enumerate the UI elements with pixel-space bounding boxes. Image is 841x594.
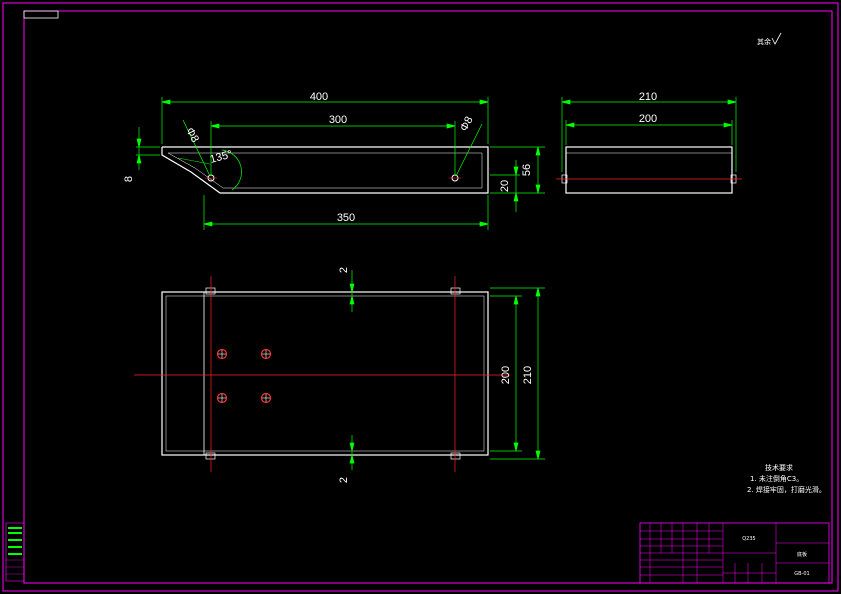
corner-tag <box>23 10 59 19</box>
title-drawing-no: GB-01 <box>794 571 809 577</box>
dim-side-inner-width: 200 <box>639 113 657 125</box>
side-outline <box>565 146 733 194</box>
dim-side-outer-width: 210 <box>639 91 657 103</box>
title-block: 底板 GB-01 Q235 <box>639 522 830 584</box>
top-view: 200 210 2 2 <box>134 267 545 483</box>
tech-req-item-2: 2. 焊接牢固，打磨光滑。 <box>747 485 826 494</box>
tech-req-item-1: 1. 未注倒角C3。 <box>750 474 803 483</box>
technical-requirements: 技术要求 1. 未注倒角C3。 2. 焊接牢固，打磨光滑。 <box>747 463 826 494</box>
outer-border <box>2 2 839 592</box>
dim-top-inner-width: 200 <box>500 366 512 384</box>
side-view: 210 200 <box>556 91 742 194</box>
dim-top-outer-width: 210 <box>522 366 534 384</box>
dim-thickness: 8 <box>123 176 135 182</box>
dim-bottom-length: 350 <box>337 212 355 224</box>
dim-overall-length: 400 <box>310 91 328 103</box>
roughness-label: 其余 <box>757 37 771 46</box>
dim-hole-left: Φ8 <box>183 126 201 145</box>
dim-hole-right: Φ8 <box>458 115 476 134</box>
drawing-canvas: 其余 400 300 350 56 20 8 Φ8 Φ8 135° 210 20… <box>2 2 839 592</box>
title-part-name: 底板 <box>797 551 807 558</box>
dim-edge-height: 20 <box>499 180 511 192</box>
inner-border <box>23 10 833 584</box>
dim-height: 56 <box>521 164 533 176</box>
title-material: Q235 <box>742 536 755 542</box>
roughness-symbol: 其余 <box>757 32 782 46</box>
front-view: 400 300 350 56 20 8 Φ8 Φ8 135° <box>123 91 545 230</box>
dim-hole-spacing: 300 <box>329 114 347 126</box>
left-stamp-strip <box>5 522 25 582</box>
tech-req-title: 技术要求 <box>765 463 793 472</box>
dim-gap-bottom: 2 <box>338 477 350 483</box>
dim-angle: 135° <box>209 148 234 165</box>
dim-gap-top: 2 <box>338 267 350 273</box>
